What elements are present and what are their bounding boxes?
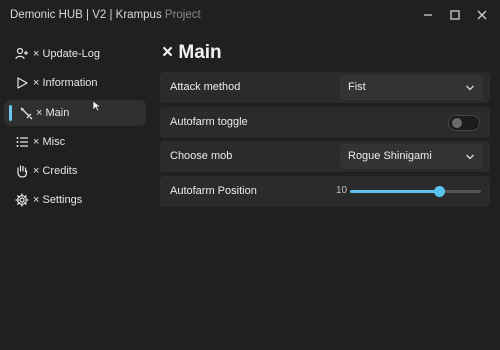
- sidebar-item-label: × Misc: [33, 136, 66, 148]
- sidebar-item-information[interactable]: × Information: [4, 70, 146, 96]
- title-bar[interactable]: Demonic HUB | V2 | Krampus Project: [0, 0, 500, 32]
- user-add-icon: [14, 46, 30, 62]
- hand-icon: [14, 163, 30, 179]
- choose-mob-dropdown[interactable]: Rogue Shinigami: [340, 144, 483, 169]
- sidebar-item-misc[interactable]: × Misc: [4, 129, 146, 155]
- minimize-icon: [424, 14, 432, 16]
- page-title: × Main: [162, 42, 222, 63]
- sidebar-item-label: × Settings: [33, 194, 83, 206]
- autofarm-toggle-label: Autofarm toggle: [170, 116, 248, 128]
- toggle-knob: [452, 118, 462, 128]
- maximize-button[interactable]: [442, 4, 468, 26]
- window-title-text: Demonic HUB | V2 | Krampus: [10, 9, 162, 21]
- sidebar-item-label: × Information: [33, 77, 98, 89]
- attack-method-value: Fist: [348, 81, 366, 93]
- autofarm-position-value: 10: [336, 185, 348, 196]
- mouse-cursor-icon: [92, 100, 102, 112]
- sidebar-item-label: × Main: [36, 107, 70, 119]
- choose-mob-value: Rogue Shinigami: [348, 150, 432, 162]
- attack-method-label: Attack method: [170, 81, 241, 93]
- autofarm-toggle-row: Autofarm toggle: [160, 107, 490, 138]
- window-subtitle: Project: [164, 9, 201, 21]
- maximize-icon: [450, 10, 460, 20]
- slider-fill: [350, 190, 440, 193]
- choose-mob-row: Choose mob Rogue Shinigami: [160, 141, 490, 172]
- slider-thumb[interactable]: [434, 186, 446, 197]
- close-icon: [477, 10, 487, 20]
- sidebar-item-main[interactable]: × Main: [4, 100, 146, 126]
- autofarm-position-label: Autofarm Position: [170, 185, 257, 197]
- play-icon: [14, 75, 30, 91]
- active-indicator: [9, 105, 12, 121]
- attack-method-row: Attack method Fist: [160, 72, 490, 103]
- sidebar-item-update-log[interactable]: × Update-Log: [4, 41, 146, 67]
- autofarm-toggle-switch[interactable]: [448, 115, 480, 131]
- sidebar-item-label: × Update-Log: [33, 48, 100, 60]
- sword-icon: [18, 105, 34, 121]
- minimize-button[interactable]: [415, 4, 441, 26]
- chevron-down-icon: [466, 85, 474, 91]
- gear-icon: [14, 192, 30, 208]
- autofarm-position-slider[interactable]: [350, 186, 481, 197]
- hub-window: Demonic HUB | V2 | Krampus Project × Upd…: [0, 0, 500, 350]
- sidebar-item-credits[interactable]: × Credits: [4, 158, 146, 184]
- list-icon: [14, 134, 30, 150]
- sidebar-item-label: × Credits: [33, 165, 78, 177]
- close-button[interactable]: [469, 4, 495, 26]
- choose-mob-label: Choose mob: [170, 150, 233, 162]
- attack-method-dropdown[interactable]: Fist: [340, 75, 483, 100]
- window-title: Demonic HUB | V2 | Krampus Project: [10, 9, 201, 21]
- sidebar-item-settings[interactable]: × Settings: [4, 187, 146, 213]
- autofarm-position-row: Autofarm Position 10: [160, 176, 490, 207]
- chevron-down-icon: [466, 154, 474, 160]
